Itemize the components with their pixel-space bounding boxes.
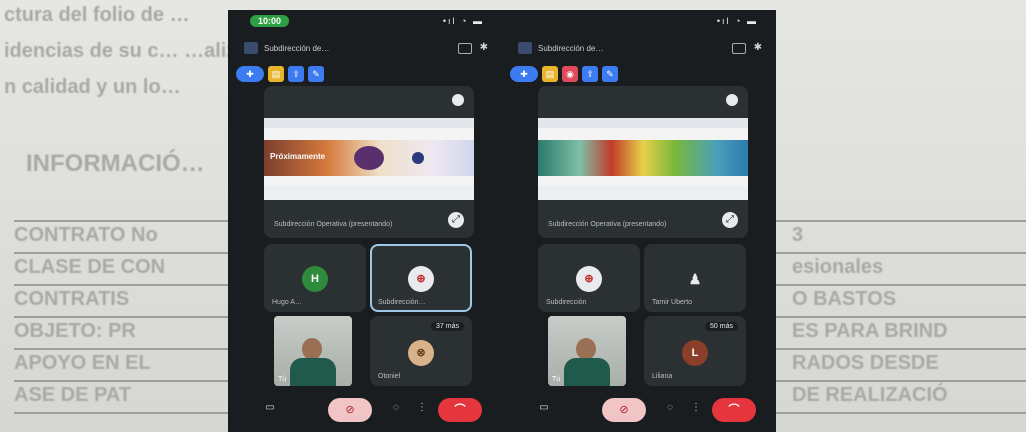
more-count-badge: 37 más <box>431 322 464 331</box>
screen-share-tile[interactable]: Próximamente Subdirección Operativa (pre… <box>264 86 474 238</box>
doc-heading: INFORMACIÓ… <box>26 150 205 177</box>
meeting-header: Subdirección de… ✱ <box>228 40 502 62</box>
chat-icon[interactable]: ◌ <box>662 402 678 413</box>
self-video-tile[interactable]: Tú <box>548 316 626 386</box>
participant-tile[interactable]: ⊕ Subdirección <box>538 244 640 312</box>
self-video-tile[interactable]: Tú <box>274 316 352 386</box>
bluetooth-icon[interactable]: ✱ <box>754 42 762 53</box>
add-button[interactable]: ✚ <box>236 66 264 82</box>
eye-icon[interactable] <box>452 94 464 106</box>
doc-row-left: CONTRATIS <box>14 288 130 310</box>
shared-banner <box>538 140 748 176</box>
room-avatar-icon <box>244 42 258 54</box>
record-icon[interactable]: ◉ <box>562 66 578 82</box>
bluetooth-icon[interactable]: ✱ <box>480 42 488 53</box>
share-caption: Subdirección Operativa (presentando) <box>274 221 393 228</box>
doc-row-right: O BASTOS <box>792 288 897 310</box>
status-time: 10:00 <box>250 15 290 27</box>
switch-camera-icon[interactable] <box>458 43 472 54</box>
whiteboard-icon[interactable]: ▤ <box>542 66 558 82</box>
chat-icon[interactable]: ◌ <box>388 402 404 413</box>
whiteboard-icon[interactable]: ▤ <box>268 66 284 82</box>
room-title[interactable]: Subdirección de… <box>538 44 603 53</box>
call-controls: ▭ ⊘ ◌ ⋮ ⌒ <box>502 398 776 424</box>
video-icon[interactable]: ▭ <box>262 402 278 413</box>
phone-screen-left: 10:00 •ıl ◔ ▬ Subdirección de… ✱ ✚ ▤ ⇪ ✎… <box>228 10 502 432</box>
doc-row-left: CONTRATO No <box>14 224 158 246</box>
shared-banner-text: Próximamente <box>270 152 326 161</box>
call-controls: ▭ ⊘ ◌ ⋮ ⌒ <box>228 398 502 424</box>
doc-line-1: ctura del folio de … <box>4 4 190 26</box>
hang-up-button[interactable]: ⌒ <box>438 398 482 422</box>
doc-line-3: n calidad y un lo… <box>4 76 181 98</box>
screen-share-tile[interactable]: Subdirección Operativa (presentando) ⤢ <box>538 86 748 238</box>
more-participants-tile[interactable]: 37 más ⊗ Otoniel <box>370 316 472 386</box>
phone-screen-right: •ıl ◔ ▬ Subdirección de… ✱ ✚ ▤ ◉ ⇪ ✎ Sub… <box>502 10 776 432</box>
meeting-header: Subdirección de… ✱ <box>502 40 776 62</box>
shared-screen: Próximamente <box>264 118 474 200</box>
participant-tile[interactable]: H Hugo A… <box>264 244 366 312</box>
signal-icon: •ıl ◔ ▬ <box>716 16 758 26</box>
doc-row-left: APOYO EN EL <box>14 352 151 374</box>
pen-icon[interactable]: ✎ <box>602 66 618 82</box>
mute-button[interactable]: ⊘ <box>602 398 646 422</box>
participant-avatar: L <box>682 340 708 366</box>
self-label: Tú <box>552 376 561 383</box>
doc-row-right: DE REALIZACIÓ <box>792 384 948 406</box>
share-icon[interactable]: ⇪ <box>582 66 598 82</box>
shared-logo <box>412 152 424 164</box>
room-title[interactable]: Subdirección de… <box>264 44 329 53</box>
shared-screen <box>538 118 748 200</box>
doc-row-right: 3 <box>792 224 804 246</box>
status-bar: 10:00 •ıl ◔ ▬ <box>228 14 502 30</box>
pen-icon[interactable]: ✎ <box>308 66 324 82</box>
participant-avatar: ⊕ <box>408 266 434 292</box>
participant-tile-speaking[interactable]: ⊕ Subdirección… <box>370 244 472 312</box>
participant-name: Hugo A… <box>272 299 302 306</box>
hang-up-button[interactable]: ⌒ <box>712 398 756 422</box>
mute-button[interactable]: ⊘ <box>328 398 372 422</box>
more-icon[interactable]: ⋮ <box>414 402 430 413</box>
participant-tile[interactable]: ♟ Tamir Uberto <box>644 244 746 312</box>
expand-icon[interactable]: ⤢ <box>722 212 738 228</box>
doc-row-right: esionales <box>792 256 884 278</box>
shared-graphic <box>354 146 384 170</box>
screenshot-overlay: 10:00 •ıl ◔ ▬ Subdirección de… ✱ ✚ ▤ ⇪ ✎… <box>228 10 776 432</box>
status-bar: •ıl ◔ ▬ <box>502 14 776 30</box>
participant-name: Subdirección <box>546 299 587 306</box>
doc-row-left: CLASE DE CON <box>14 256 166 278</box>
more-count-badge: 50 más <box>705 322 738 331</box>
participant-name: Subdirección… <box>378 299 426 306</box>
doc-row-left: OBJETO: PR <box>14 320 136 342</box>
participant-avatar: H <box>302 266 328 292</box>
signal-icon: •ıl ◔ ▬ <box>442 16 484 26</box>
participant-name: Liliana <box>652 373 673 380</box>
switch-camera-icon[interactable] <box>732 43 746 54</box>
more-participants-tile[interactable]: 50 más L Liliana <box>644 316 746 386</box>
add-button[interactable]: ✚ <box>510 66 538 82</box>
participant-avatar: ♟ <box>682 266 708 292</box>
eye-icon[interactable] <box>726 94 738 106</box>
participant-avatar: ⊕ <box>576 266 602 292</box>
expand-icon[interactable]: ⤢ <box>448 212 464 228</box>
more-icon[interactable]: ⋮ <box>688 402 704 413</box>
doc-row-right: ES PARA BRIND <box>792 320 948 342</box>
doc-row-left: ASE DE PAT <box>14 384 132 406</box>
self-label: Tú <box>278 376 287 383</box>
participant-avatar: ⊗ <box>408 340 434 366</box>
room-avatar-icon <box>518 42 532 54</box>
participant-name: Tamir Uberto <box>652 299 693 306</box>
share-icon[interactable]: ⇪ <box>288 66 304 82</box>
share-caption: Subdirección Operativa (presentando) <box>548 221 667 228</box>
participant-name: Otoniel <box>378 373 401 380</box>
doc-row-right: RADOS DESDE <box>792 352 939 374</box>
video-icon[interactable]: ▭ <box>536 402 552 413</box>
